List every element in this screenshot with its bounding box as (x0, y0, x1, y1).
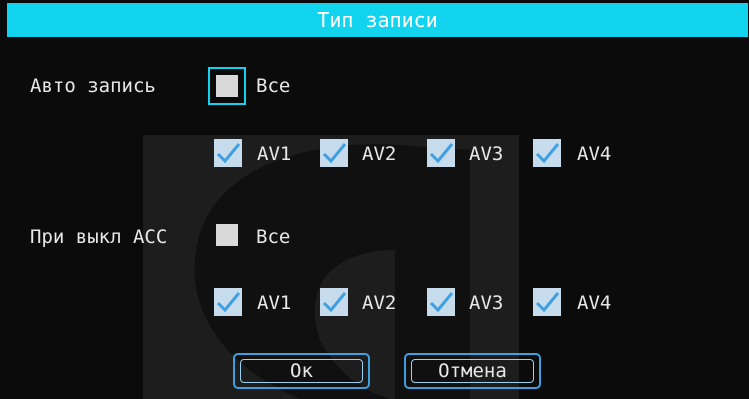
auto-record-all-checkbox[interactable] (216, 75, 238, 97)
auto-record-av3-checkbox[interactable] (427, 139, 455, 167)
acc-off-av4-checkbox[interactable] (533, 288, 561, 316)
acc-off-av2-checkbox[interactable] (320, 288, 348, 316)
logo-watermark-icon (143, 135, 519, 399)
acc-off-av1-checkbox[interactable] (214, 288, 242, 316)
acc-off-av3-label: AV3 (469, 292, 504, 314)
page-title: Тип записи (317, 8, 438, 32)
checkmark-icon (535, 292, 560, 313)
dvr-record-type-dialog: Тип записи Авто запись Все AV1 AV2 AV3 A… (0, 0, 749, 399)
ok-button[interactable]: Ок (233, 353, 370, 389)
checkmark-icon (216, 143, 241, 164)
ok-button-label: Ок (290, 360, 313, 382)
auto-record-label: Авто запись (30, 75, 156, 97)
title-bar: Тип записи (7, 3, 748, 37)
acc-off-av3-checkbox[interactable] (427, 288, 455, 316)
auto-record-av4-label: AV4 (577, 143, 612, 165)
checkmark-icon (535, 143, 560, 164)
checkmark-icon (322, 292, 347, 313)
checkmark-icon (322, 143, 347, 164)
cancel-button-label: Отмена (438, 360, 507, 382)
acc-off-av4-label: AV4 (577, 292, 612, 314)
checkmark-icon (429, 143, 454, 164)
auto-record-av2-label: AV2 (362, 143, 397, 165)
auto-record-av1-checkbox[interactable] (214, 139, 242, 167)
auto-record-all-label: Все (256, 75, 291, 97)
acc-off-av2-label: AV2 (362, 292, 397, 314)
acc-off-record-all-label: Все (256, 226, 291, 248)
auto-record-av3-label: AV3 (469, 143, 504, 165)
acc-off-record-all-checkbox[interactable] (216, 224, 238, 246)
checkmark-icon (216, 292, 241, 313)
acc-off-record-label: При выкл ACC (30, 226, 168, 248)
acc-off-av1-label: AV1 (257, 292, 292, 314)
cancel-button[interactable]: Отмена (404, 353, 541, 389)
auto-record-av1-label: AV1 (257, 143, 292, 165)
checkmark-icon (429, 292, 454, 313)
auto-record-av2-checkbox[interactable] (320, 139, 348, 167)
auto-record-av4-checkbox[interactable] (533, 139, 561, 167)
